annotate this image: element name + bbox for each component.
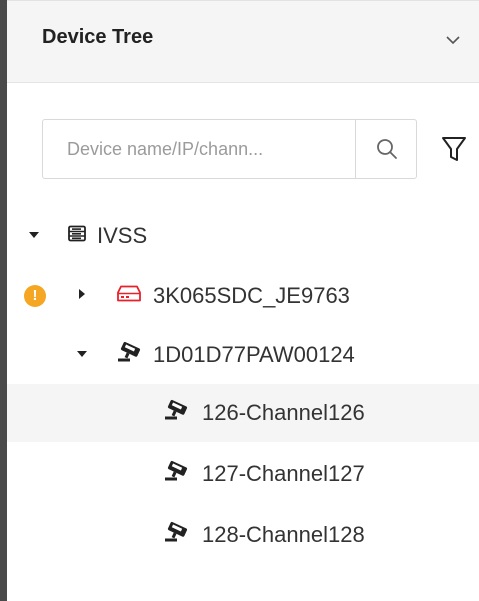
camera-icon: [163, 399, 189, 427]
tree-node-root[interactable]: IVSS: [7, 207, 479, 265]
tree-node-label: 126-Channel126: [202, 400, 365, 425]
tree-node-device[interactable]: 1D01D77PAW00124: [7, 326, 479, 384]
tree-node-label: 128-Channel128: [202, 522, 365, 547]
panel-title: Device Tree: [42, 26, 154, 48]
search-input[interactable]: [43, 120, 355, 178]
search-box: [42, 119, 417, 179]
tree-node-channel[interactable]: 128-Channel128: [7, 506, 479, 564]
camera-icon: [163, 460, 189, 488]
caret-right-icon[interactable]: [77, 287, 87, 305]
panel-left-border: [0, 0, 7, 601]
camera-icon: [163, 521, 189, 549]
nvr-device-icon: [117, 285, 141, 307]
search-button[interactable]: [355, 120, 416, 178]
caret-down-icon[interactable]: [76, 346, 88, 364]
server-icon: [68, 225, 86, 247]
tree-node-channel[interactable]: 127-Channel127: [7, 445, 479, 503]
caret-down-icon[interactable]: [28, 227, 40, 245]
filter-icon: [442, 137, 466, 161]
filter-button[interactable]: [440, 134, 468, 164]
tree-node-device[interactable]: ! 3K065SDC_JE9763: [7, 267, 479, 325]
camera-icon: [116, 341, 142, 369]
panel-header: Device Tree: [7, 0, 479, 83]
tree-node-channel[interactable]: 126-Channel126: [7, 384, 479, 442]
tree-node-label: 1D01D77PAW00124: [153, 342, 355, 367]
tree-node-label: 3K065SDC_JE9763: [153, 283, 350, 308]
tree-node-label: IVSS: [97, 223, 148, 248]
warning-icon: !: [24, 285, 46, 307]
search-icon: [377, 139, 397, 159]
chevron-down-icon[interactable]: [443, 33, 463, 47]
tree-node-label: 127-Channel127: [202, 461, 365, 486]
device-tree-panel: Device Tree Device name/IP/chann... IVSS…: [0, 0, 479, 601]
